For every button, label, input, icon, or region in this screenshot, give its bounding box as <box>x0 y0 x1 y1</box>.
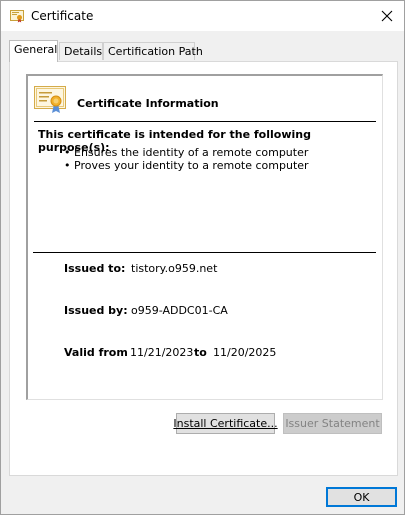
valid-from-label: Valid from <box>64 346 128 359</box>
valid-to-value: 11/20/2025 <box>213 346 277 359</box>
divider <box>33 252 376 253</box>
divider <box>34 121 376 122</box>
ok-button[interactable]: OK <box>326 487 397 507</box>
issued-by-value: o959-ADDC01-CA <box>131 304 228 317</box>
certificate-info-frame: Certificate Information This certificate… <box>26 74 383 400</box>
tab-details[interactable]: Details <box>59 42 103 60</box>
issuer-statement-button[interactable]: Issuer Statement <box>283 413 382 434</box>
issued-to-value: tistory.o959.net <box>131 262 218 275</box>
validity-row: Valid from 11/21/2023 to 11/20/2025 <box>64 346 276 359</box>
certificate-ribbon-icon <box>34 86 66 114</box>
close-icon <box>381 10 393 22</box>
window-title: Certificate <box>31 9 94 23</box>
certificate-info-heading: Certificate Information <box>77 97 219 110</box>
certificate-icon <box>10 9 24 23</box>
close-button[interactable] <box>376 6 398 26</box>
issued-to-label: Issued to: <box>64 262 126 275</box>
issued-by-row: Issued by: o959-ADDC01-CA <box>64 304 228 317</box>
title-bar: Certificate <box>1 1 404 31</box>
list-item: • Proves your identity to a remote compu… <box>64 159 309 172</box>
general-tab-panel: Certificate Information This certificate… <box>9 61 398 476</box>
certificate-dialog: Certificate General Details Certificatio… <box>0 0 405 515</box>
tab-certification-path[interactable]: Certification Path <box>103 42 203 60</box>
list-item: • Ensures the identity of a remote compu… <box>64 146 309 159</box>
issued-to-row: Issued to: tistory.o959.net <box>64 262 217 275</box>
tab-general[interactable]: General <box>9 40 58 62</box>
valid-to-label: to <box>194 346 207 359</box>
purpose-list: • Ensures the identity of a remote compu… <box>64 146 309 172</box>
install-certificate-button[interactable]: Install Certificate... <box>173 413 278 434</box>
valid-from-value: 11/21/2023 <box>130 346 194 359</box>
issued-by-label: Issued by: <box>64 304 128 317</box>
